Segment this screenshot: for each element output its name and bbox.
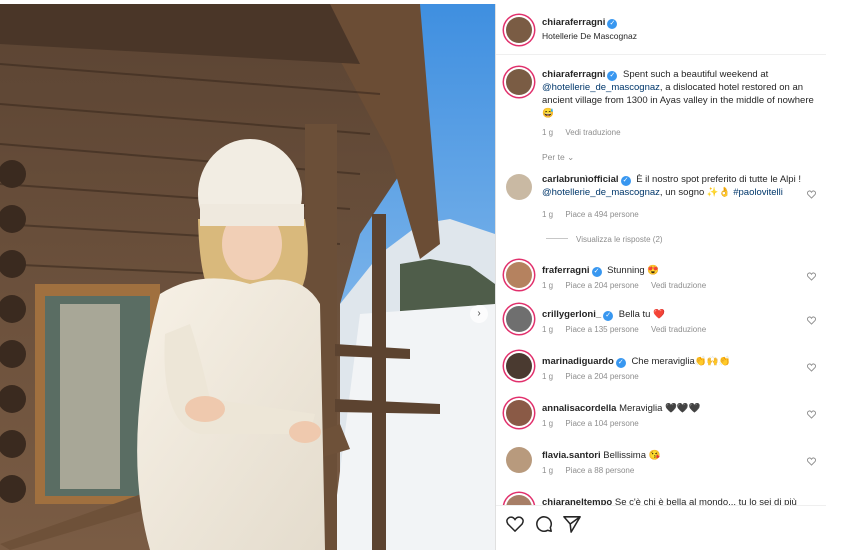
comment-username[interactable]: marinadiguardo bbox=[542, 356, 614, 367]
comment-avatar[interactable] bbox=[506, 400, 532, 426]
comment-translate-link[interactable]: Vedi traduzione bbox=[651, 325, 706, 334]
comment-item: fraferragni ✓ Stunning 😍 1 g Piace a 204 … bbox=[496, 260, 826, 300]
comment-likes[interactable]: Piace a 204 persone bbox=[565, 372, 638, 381]
comment-meta: 1 g Piace a 88 persone bbox=[542, 466, 644, 475]
comment-icon[interactable] bbox=[535, 515, 553, 538]
comment-filter[interactable]: Per te ⌄ bbox=[542, 152, 574, 163]
comment-likes[interactable]: Piace a 135 persone bbox=[565, 325, 638, 334]
comment-avatar[interactable] bbox=[506, 447, 532, 473]
comment-time: 1 g bbox=[542, 372, 554, 381]
comment-likes[interactable]: Piace a 104 persone bbox=[565, 419, 638, 428]
comment-body: È il nostro spot preferito di tutte le A… bbox=[636, 174, 801, 185]
comment-likes[interactable]: Piace a 204 persone bbox=[565, 281, 638, 290]
comment-item: flavia.santori Bellissima 😘 1 g Piace a … bbox=[496, 445, 826, 485]
comment-text: annalisacordella Meraviglia 🖤🖤🖤 bbox=[542, 402, 820, 415]
comment-meta: 1 g Piace a 494 persone bbox=[542, 210, 649, 219]
post-image bbox=[0, 4, 495, 550]
caption-text: chiaraferragni ✓ Spent such a beautiful w… bbox=[542, 68, 820, 120]
comment-avatar[interactable] bbox=[506, 174, 532, 200]
author-avatar[interactable] bbox=[506, 17, 532, 43]
comment-avatar[interactable] bbox=[506, 306, 532, 332]
caption: chiaraferragni ✓ Spent such a beautiful w… bbox=[496, 66, 826, 146]
like-heart-icon[interactable] bbox=[807, 453, 816, 466]
comment-username[interactable]: annalisacordella bbox=[542, 403, 616, 414]
replies-line bbox=[546, 238, 568, 239]
comment-item: crillygerloni_ ✓ Bella tu ❤️ 1 g Piace a … bbox=[496, 304, 826, 344]
comment-mention[interactable]: @hotellerie_de_mascognaz bbox=[542, 187, 660, 198]
comment-body: Bella tu ❤️ bbox=[618, 309, 665, 320]
share-icon[interactable] bbox=[563, 515, 581, 538]
comment-item: carlabrunìofficial ✓ È il nostro spot pre… bbox=[496, 172, 826, 252]
caption-mention[interactable]: @hotellerie_de_mascognaz bbox=[542, 82, 660, 93]
caption-body: Spent such a beautiful weekend at bbox=[623, 69, 769, 80]
comment-time: 1 g bbox=[542, 210, 554, 219]
comment-time: 1 g bbox=[542, 325, 554, 334]
comment-translate-link[interactable]: Vedi traduzione bbox=[651, 281, 706, 290]
comment-meta: 1 g Piace a 135 persone Vedi traduzione bbox=[542, 325, 716, 334]
verified-icon: ✓ bbox=[615, 358, 626, 368]
caption-time: 1 g bbox=[542, 128, 554, 137]
comment-body: Meraviglia 🖤🖤🖤 bbox=[619, 403, 701, 414]
like-icon[interactable] bbox=[506, 516, 524, 537]
like-heart-icon[interactable] bbox=[807, 268, 816, 281]
like-heart-icon[interactable] bbox=[807, 312, 816, 325]
comment-likes[interactable]: Piace a 494 persone bbox=[565, 210, 638, 219]
verified-icon: ✓ bbox=[607, 71, 618, 81]
verified-icon: ✓ bbox=[591, 267, 602, 277]
comment-username[interactable]: flavia.santori bbox=[542, 450, 601, 461]
comment-time: 1 g bbox=[542, 281, 554, 290]
like-heart-icon[interactable] bbox=[807, 186, 816, 199]
comment-body: Che meraviglia👏🙌👏 bbox=[631, 356, 731, 367]
author-username[interactable]: chiaraferragni bbox=[542, 17, 605, 28]
like-heart-icon[interactable] bbox=[807, 359, 816, 372]
post-photo[interactable] bbox=[0, 4, 495, 550]
comment-body: Stunning 😍 bbox=[607, 265, 660, 276]
comment-text: marinadiguardo ✓ Che meraviglia👏🙌👏 bbox=[542, 355, 820, 368]
comment-text: carlabrunìofficial ✓ È il nostro spot pre… bbox=[542, 173, 820, 199]
comment-meta: 1 g Piace a 204 persone bbox=[542, 372, 649, 381]
comment-username[interactable]: carlabrunìofficial bbox=[542, 174, 619, 185]
verified-icon: ✓ bbox=[603, 311, 614, 321]
comment-time: 1 g bbox=[542, 466, 554, 475]
view-replies[interactable]: Visualizza le risposte (2) bbox=[546, 235, 663, 244]
caption-meta: 1 g Vedi traduzione bbox=[542, 128, 631, 137]
like-heart-icon[interactable] bbox=[807, 406, 816, 419]
post-location[interactable]: Hotellerie De Mascognaz bbox=[542, 31, 637, 41]
comment-username[interactable]: crillygerloni_ bbox=[542, 309, 601, 320]
verified-icon: ✓ bbox=[620, 176, 631, 186]
comment-likes[interactable]: Piace a 88 persone bbox=[565, 466, 634, 475]
caption-avatar[interactable] bbox=[506, 69, 532, 95]
comment-item: annalisacordella Meraviglia 🖤🖤🖤 1 g Piac… bbox=[496, 398, 826, 438]
verified-icon: ✓ bbox=[607, 19, 618, 29]
caption-translate-link[interactable]: Vedi traduzione bbox=[565, 128, 620, 137]
chevron-down-icon: ⌄ bbox=[567, 152, 575, 162]
view-replies-label: Visualizza le risposte (2) bbox=[576, 235, 663, 244]
author-line: chiaraferragni ✓ bbox=[542, 17, 620, 29]
comment-text: fraferragni ✓ Stunning 😍 bbox=[542, 264, 820, 277]
comment-avatar[interactable] bbox=[506, 353, 532, 379]
comment-avatar[interactable] bbox=[506, 262, 532, 288]
comment-body: Bellissima 😘 bbox=[603, 450, 661, 461]
comment-meta: 1 g Piace a 204 persone Vedi traduzione bbox=[542, 281, 716, 290]
action-bar bbox=[496, 505, 826, 551]
post-header: chiaraferragni ✓ Hotellerie De Mascognaz bbox=[496, 14, 826, 46]
comment-hashtag[interactable]: #paolovitelli bbox=[733, 187, 783, 198]
header-divider bbox=[496, 54, 826, 55]
post-panel: chiaraferragni ✓ Hotellerie De Mascognaz … bbox=[496, 4, 826, 550]
comment-filter-label: Per te bbox=[542, 152, 565, 162]
next-photo-button[interactable]: › bbox=[470, 305, 488, 323]
comment-text: crillygerloni_ ✓ Bella tu ❤️ bbox=[542, 308, 820, 321]
comment-time: 1 g bbox=[542, 419, 554, 428]
comment-item: marinadiguardo ✓ Che meraviglia👏🙌👏 1 g Pi… bbox=[496, 351, 826, 391]
caption-username[interactable]: chiaraferragni bbox=[542, 69, 605, 80]
comment-meta: 1 g Piace a 104 persone bbox=[542, 419, 649, 428]
comment-username[interactable]: fraferragni bbox=[542, 265, 590, 276]
comment-text: flavia.santori Bellissima 😘 bbox=[542, 449, 820, 462]
comment-body-2: , un sogno ✨👌 bbox=[659, 187, 731, 198]
